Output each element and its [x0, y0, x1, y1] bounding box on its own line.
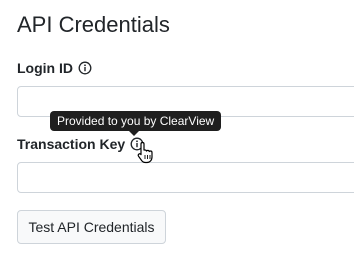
transaction-key-label-text: Transaction Key — [17, 136, 126, 152]
api-credentials-page: API Credentials Login ID Provided to you… — [0, 0, 354, 258]
info-circle-icon[interactable] — [130, 137, 144, 151]
transaction-key-label: Transaction Key — [17, 135, 144, 153]
page-title: API Credentials — [17, 12, 170, 37]
info-circle-icon[interactable] — [78, 61, 92, 75]
login-id-label: Login ID — [17, 59, 92, 77]
transaction-key-input[interactable] — [17, 162, 354, 193]
login-id-label-text: Login ID — [17, 60, 73, 76]
test-api-credentials-button[interactable]: Test API Credentials — [17, 210, 166, 244]
info-tooltip: Provided to you by ClearView — [50, 111, 222, 131]
